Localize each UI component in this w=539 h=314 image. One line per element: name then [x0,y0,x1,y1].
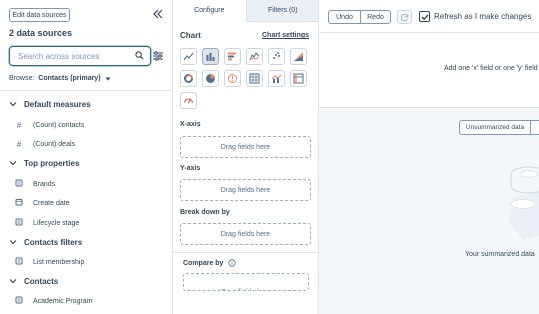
search-input[interactable] [18,51,135,61]
field-label: (Count) contacts [33,121,85,129]
field-item[interactable]: Brands [0,176,172,192]
property-icon [14,218,24,228]
pivot-table-icon[interactable] [290,70,307,87]
chevron-down-icon [9,161,17,166]
browse-value[interactable]: Contacts (primary) [38,75,100,82]
divider [0,90,172,91]
search-icon[interactable] [135,50,144,62]
chevron-down-icon [105,77,111,80]
field-item[interactable]: List membership [0,254,172,270]
kpi-icon[interactable] [224,70,241,87]
field-item[interactable]: Academic Program [0,293,172,309]
data-sources-panel: Edit data sources 2 data sources Browse:… [0,0,173,314]
yaxis-label: Y-axis [180,165,201,172]
data-source-count: 2 data sources [9,28,73,38]
field-label: (Count) deals [33,140,76,148]
section-label: Contacts filters [24,237,83,247]
configure-panel: Configure Filters (0) Chart Chart settin… [173,0,319,314]
field-label: Create date [33,199,70,207]
preview-panel: Undo Redo Refresh as I make changes Add … [319,0,539,314]
browse-selector[interactable]: Browse: Contacts (primary) [9,75,111,82]
tab-bar: Configure Filters (0) [173,0,318,22]
redo-button[interactable]: Redo [360,10,391,24]
field-label: List membership [33,258,85,266]
calendar-icon [14,198,24,208]
combo-chart-icon[interactable] [268,70,285,87]
chart-settings-link[interactable]: Chart settings [262,32,309,39]
summarized-data-text: Your summarized data [465,251,535,258]
field-item[interactable]: # (Count) deals [0,136,172,152]
section-contacts-filters[interactable]: Contacts filters [0,234,172,250]
section-label: Top properties [24,158,80,168]
breakdown-dropzone[interactable]: Drag fields here [180,223,311,245]
horizontal-bar-icon[interactable] [224,48,241,65]
table-icon[interactable] [246,70,263,87]
xaxis-label: X-axis [180,121,201,128]
bar-chart-icon[interactable] [202,48,219,65]
hash-icon: # [16,139,22,149]
compare-by-header: Compare by [183,259,237,267]
summarized-data-button[interactable] [531,120,539,135]
field-item[interactable]: Create date [0,195,172,211]
compare-dropzone[interactable]: Drag fields here [183,273,309,291]
stacked-bar-icon[interactable] [290,48,307,65]
chart-heading: Chart [180,31,201,40]
undo-button[interactable]: Undo [328,10,361,24]
pie-chart-icon[interactable] [202,70,219,87]
tab-filters[interactable]: Filters (0) [246,0,318,22]
area-chart-icon[interactable] [246,48,263,65]
section-default-measures[interactable]: Default measures [0,96,172,112]
field-label: Lifecycle stage [33,219,80,227]
checkmark-icon [421,13,429,20]
property-icon [14,257,24,267]
donut-chart-icon[interactable] [180,70,197,87]
chevron-down-icon [9,279,17,284]
field-label: Brands [33,180,56,188]
field-label: Academic Program [33,297,93,305]
tab-configure[interactable]: Configure [173,0,247,22]
empty-state-illustration [491,160,539,240]
section-label: Default measures [24,99,91,109]
property-icon [14,296,24,306]
divider [173,252,318,253]
section-label: Contacts [24,276,59,286]
empty-chart-hint: Add one 'x' field or one 'y' field [444,65,538,72]
line-chart-icon[interactable] [180,48,197,65]
filter-settings-icon[interactable] [152,50,164,62]
drop-text: Drag fields here [221,289,270,290]
section-top-properties[interactable]: Top properties [0,155,172,171]
refresh-checkbox[interactable] [419,11,430,22]
info-icon[interactable] [228,259,237,267]
compare-label: Compare by [183,259,224,267]
yaxis-dropzone[interactable]: Drag fields here [180,179,311,201]
chevron-down-icon [9,240,17,245]
refresh-label[interactable]: Refresh as I make changes [434,12,531,21]
field-item[interactable]: # (Count) contacts [0,117,172,133]
breakdown-label: Break down by [180,209,230,216]
collapse-panel-icon[interactable] [151,7,165,21]
hash-icon: # [16,120,22,130]
unsummarized-data-button[interactable]: Unsummarized data [459,120,531,135]
xaxis-dropzone[interactable]: Drag fields here [180,136,311,158]
refresh-icon[interactable] [397,10,412,24]
search-field[interactable] [9,46,151,66]
browse-label: Browse: [9,75,35,82]
chevron-down-icon [9,102,17,107]
edit-data-sources-button[interactable]: Edit data sources [9,8,70,22]
scatter-chart-icon[interactable] [268,48,285,65]
section-contacts[interactable]: Contacts [0,273,172,289]
gauge-icon[interactable] [180,92,197,109]
property-icon [14,179,24,189]
field-item[interactable]: Lifecycle stage [0,215,172,231]
